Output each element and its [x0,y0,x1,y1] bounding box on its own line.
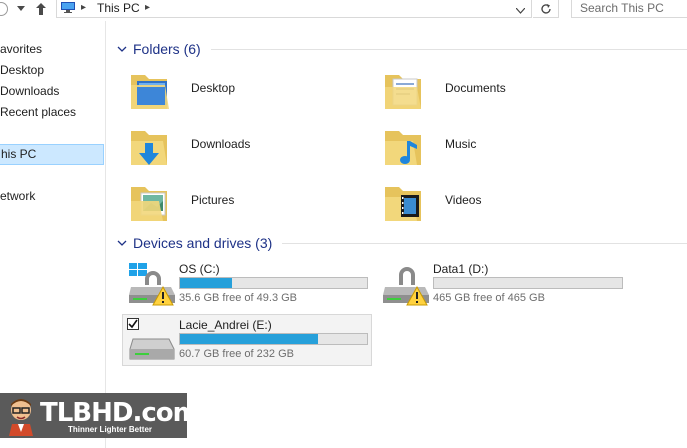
breadcrumb-chevron-icon[interactable]: ▸ [81,2,86,13]
this-pc-icon [61,2,75,13]
nav-item-favorites[interactable]: avorites [0,42,42,60]
drive-name: Data1 (D:) [433,262,489,276]
address-dropdown-icon[interactable] [515,3,526,17]
group-divider [282,242,687,244]
breadcrumb-chevron-icon[interactable]: ▸ [145,2,150,13]
folder-music[interactable]: Music [373,121,603,173]
mascot-avatar-icon [9,399,33,436]
drive-name: Lacie_Andrei (E:) [179,318,272,332]
address-box[interactable]: ▸ This PC ▸ [56,0,532,18]
drives-group-header[interactable]: Devices and drives (3) [117,233,687,253]
folder-videos[interactable]: Videos [373,177,603,229]
drive-usage-bar [179,333,368,345]
drive-d[interactable]: Data1 (D:) 465 GB free of 465 GB [377,259,627,311]
nav-item-downloads[interactable]: Downloads [0,84,59,102]
site-watermark-logo: TLBHD.com Thinner Lighter Better [0,393,200,438]
folder-label: Documents [445,81,506,95]
collapse-chevron-icon[interactable] [117,238,127,248]
nav-item-desktop[interactable]: Desktop [0,63,44,81]
nav-item-this-pc[interactable]: his PC [0,144,104,165]
videos-folder-icon [385,187,421,221]
navigation-pane: avorites Desktop Downloads Recent places… [0,21,106,448]
folders-group-header[interactable]: Folders (6) [117,39,687,59]
data-drive-icon [383,267,429,306]
drives-group-title: Devices and drives (3) [133,235,273,251]
music-folder-icon [385,131,421,165]
collapse-chevron-icon[interactable] [117,44,127,54]
group-divider [210,48,687,50]
search-placeholder: Search This PC [580,1,664,15]
folder-label: Pictures [191,193,235,207]
nav-item-network[interactable]: etwork [0,189,35,207]
drive-usage-bar [433,277,623,289]
folder-documents[interactable]: Documents [373,65,603,117]
folder-desktop[interactable]: Desktop [119,65,349,117]
content-pane: Folders (6) Desktop Documents Downloads … [107,21,687,448]
watermark-tagline: Thinner Lighter Better [68,425,153,434]
nav-item-recent-places[interactable]: Recent places [0,105,76,123]
folder-label: Desktop [191,81,236,95]
folder-downloads[interactable]: Downloads [119,121,349,173]
pictures-folder-icon [131,187,167,221]
folders-group-title: Folders (6) [133,41,201,57]
drive-name: OS (C:) [179,262,220,276]
os-drive-icon [129,263,175,306]
refresh-icon [540,3,551,14]
downloads-folder-icon [131,131,167,165]
up-arrow-icon[interactable] [35,2,47,16]
documents-folder-icon [385,75,421,109]
folder-pictures[interactable]: Pictures [119,177,349,229]
folder-label: Music [445,137,477,151]
breadcrumb-this-pc[interactable]: This PC [97,1,140,15]
address-row: ▸ This PC ▸ Search This PC [0,0,687,21]
drive-e[interactable]: Lacie_Andrei (E:) 60.7 GB free of 232 GB [122,314,372,366]
refresh-button[interactable] [533,0,559,18]
recent-locations-icon[interactable] [16,2,26,16]
drive-free-space: 35.6 GB free of 49.3 GB [179,292,298,304]
drive-usage-fill [180,278,233,288]
drive-c[interactable]: OS (C:) 35.6 GB free of 49.3 GB [123,259,373,311]
drive-usage-bar [179,277,368,289]
search-input[interactable]: Search This PC [571,0,687,18]
external-drive-icon [129,338,175,360]
back-button[interactable] [0,2,8,16]
drive-usage-fill [180,334,319,344]
watermark-title: TLBHD.com [40,398,200,428]
folder-label: Downloads [191,137,251,151]
folder-label: Videos [445,193,482,207]
drive-free-space: 60.7 GB free of 232 GB [179,348,294,360]
drive-free-space: 465 GB free of 465 GB [433,292,545,304]
desktop-folder-icon [131,75,169,109]
